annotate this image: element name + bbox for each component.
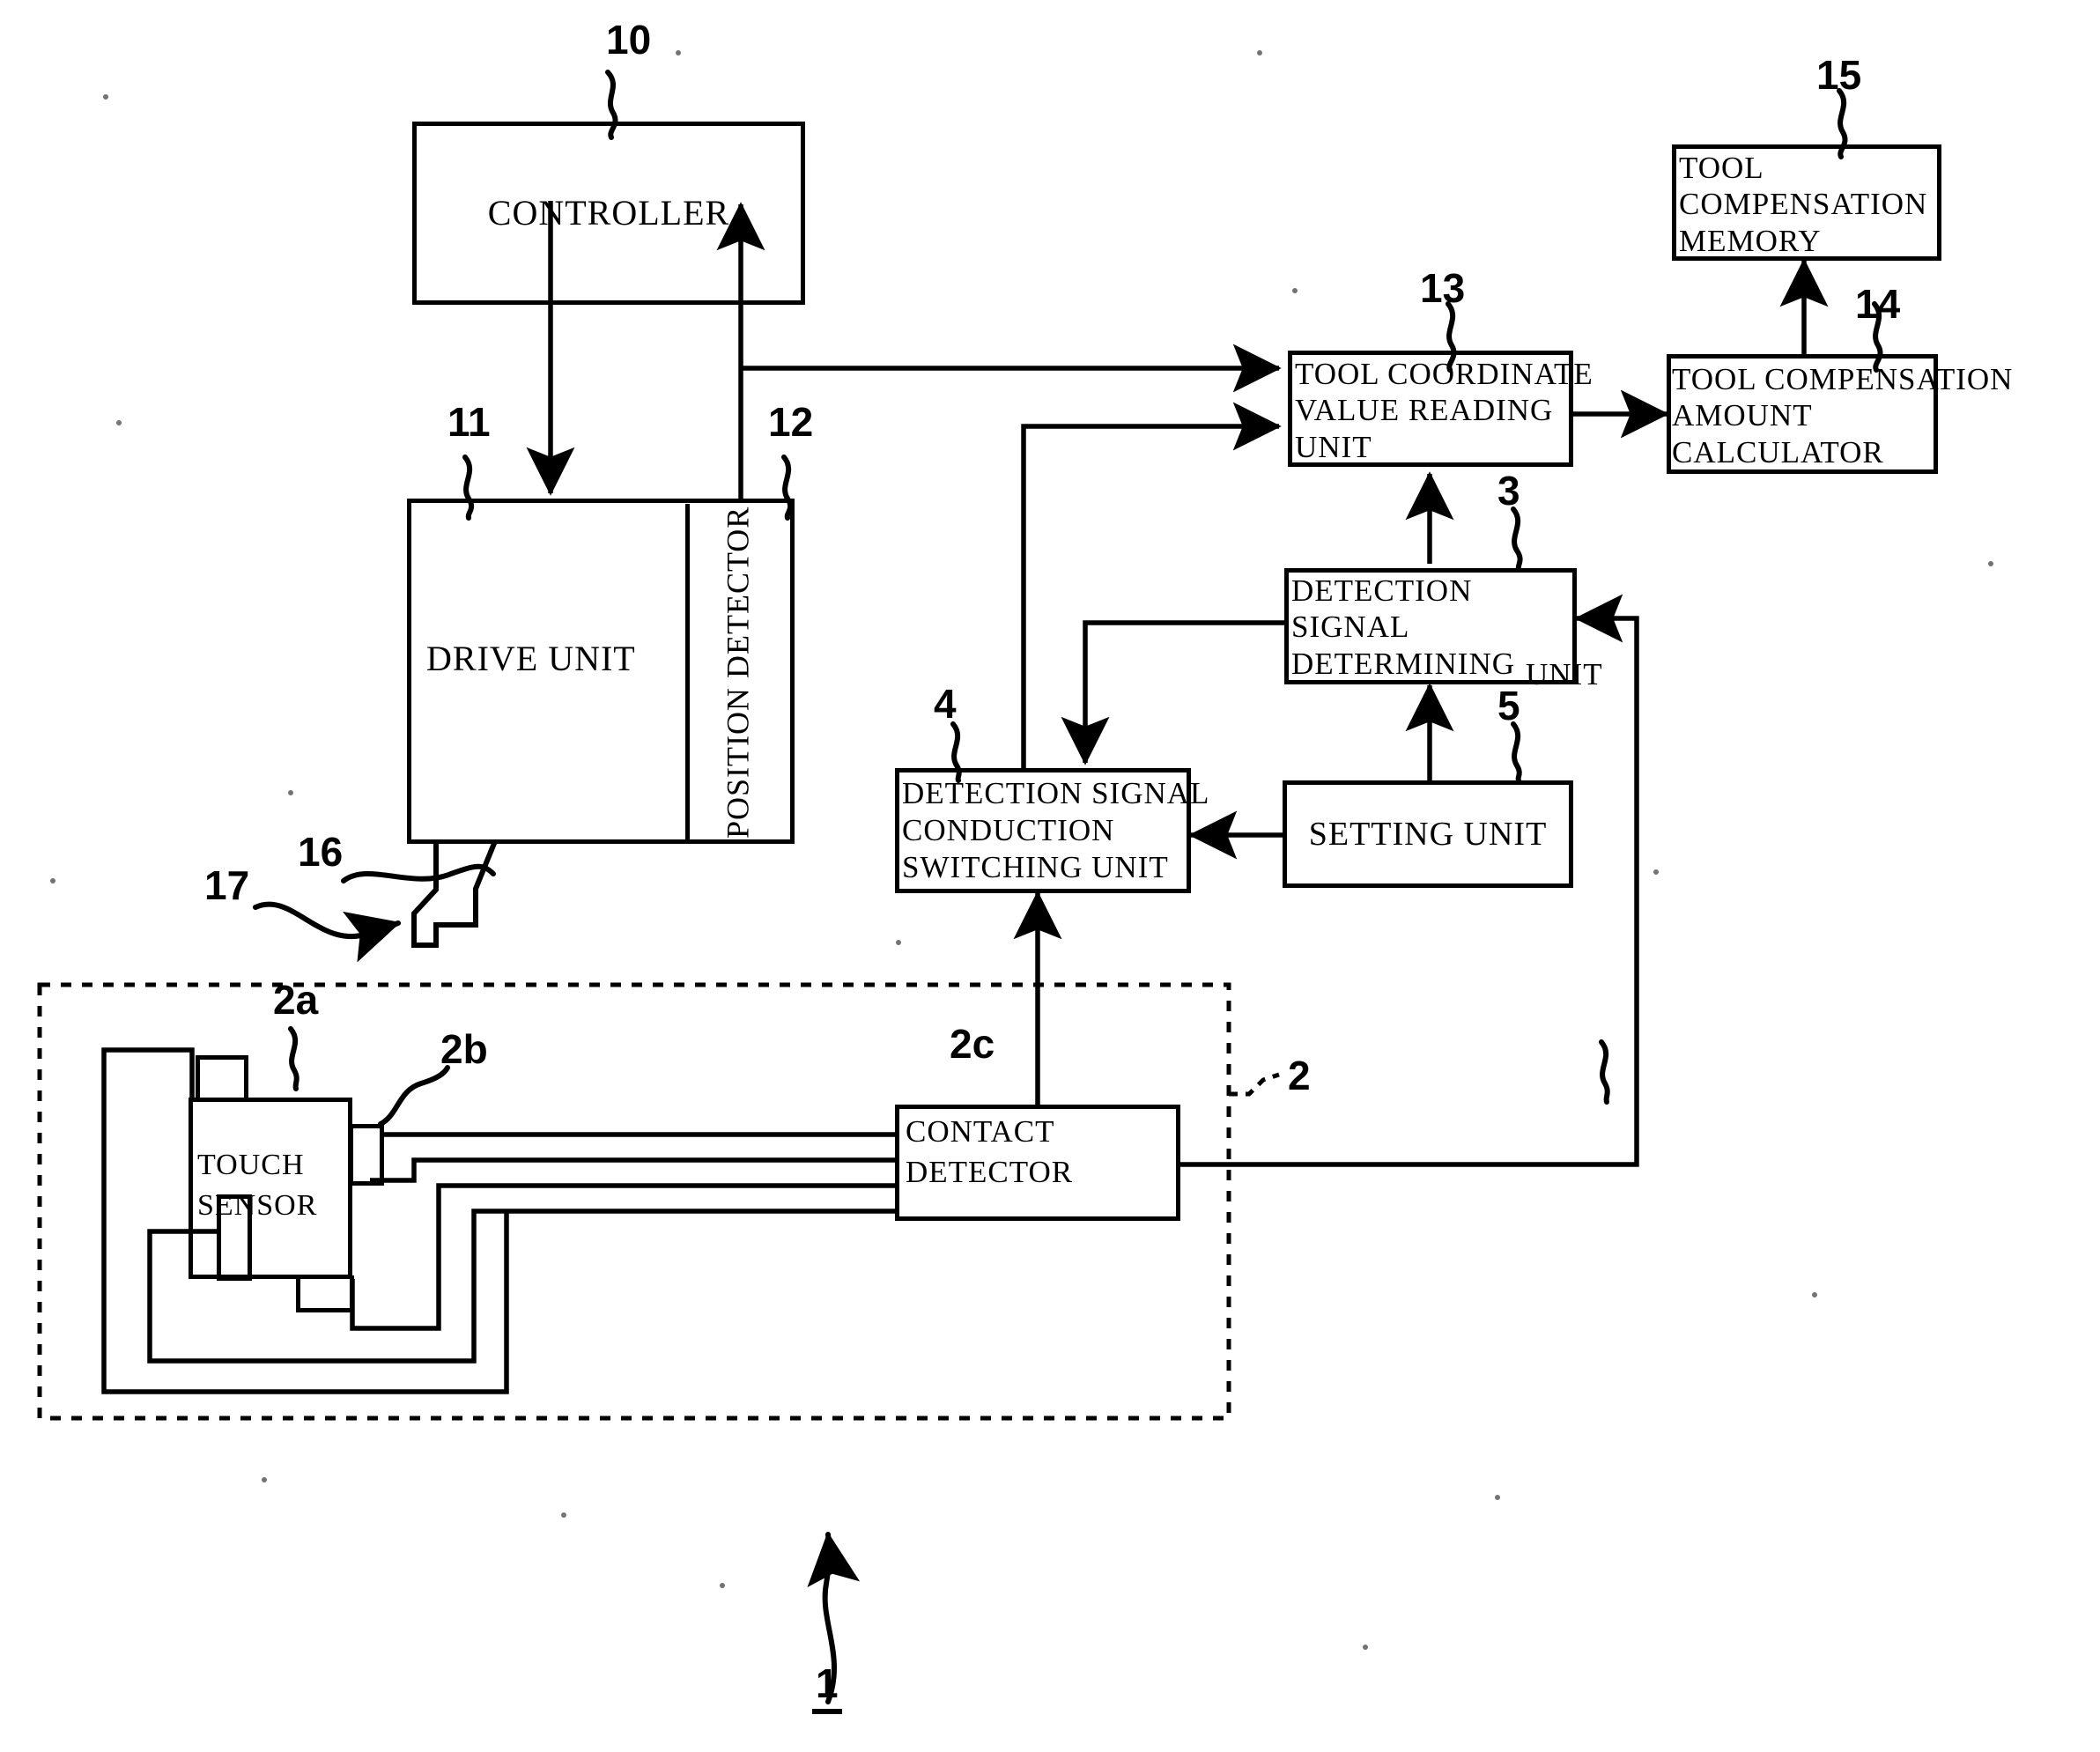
figure-sheet: CONTROLLER 10 DRIVE UNIT 11 POSITION DET…	[0, 0, 2100, 1752]
ref-4: 4	[934, 681, 957, 727]
contact-element-2b	[349, 1124, 384, 1186]
block-tool-coordinate-value-reading-unit-label: TOOL COORDINATE VALUE READING UNIT	[1295, 357, 1593, 464]
ref-5: 5	[1497, 683, 1520, 728]
leader-ref-16	[341, 863, 496, 883]
block-detection-signal-determining-unit-label-overflow: UNIT	[1526, 657, 1603, 691]
ref-3: 3	[1497, 468, 1520, 514]
ref-1: 1	[812, 1660, 842, 1714]
leader-ref-2a	[288, 1026, 299, 1091]
touch-sensor-tab-left	[217, 1194, 252, 1281]
ref-2a: 2a	[273, 977, 319, 1023]
ref-14: 14	[1855, 281, 1901, 327]
leader-ref-17	[253, 901, 401, 963]
touch-sensor-tab-top	[196, 1055, 248, 1101]
leader-ref-2	[1229, 1072, 1280, 1097]
block-touch-sensor-label: TOUCH SENSOR	[197, 1149, 318, 1222]
leader-ref-2b	[378, 1065, 450, 1127]
block-detection-signal-conduction-switching-unit-label: DETECTION SIGNAL CONDUCTION SWITCHING UN…	[902, 776, 1210, 884]
ref-2c: 2c	[950, 1021, 995, 1067]
sensor-lead-3	[350, 1183, 895, 1331]
ref-11: 11	[447, 399, 491, 445]
ref-2: 2	[1288, 1053, 1311, 1098]
sensor-lead-2	[370, 1157, 895, 1183]
ref-16: 16	[298, 829, 344, 875]
block-drive-unit-label: DRIVE UNIT	[426, 639, 636, 678]
leader-ref-2c	[1599, 1039, 1610, 1105]
block-position-detector-label-wrap: POSITION DETECTOR	[632, 504, 844, 840]
tool-shape	[411, 839, 498, 948]
block-tool-compensation-amount-calculator-label: TOOL COMPENSATION AMOUNT CALCULATOR	[1672, 362, 2014, 469]
leader-ref-5	[1511, 721, 1522, 783]
block-contact-detector-label: CONTACT DETECTOR	[906, 1114, 1074, 1189]
block-setting-unit-label: SETTING UNIT	[1308, 815, 1548, 853]
touch-sensor-tab-bottom	[296, 1275, 354, 1312]
block-tool-compensation-memory-label: TOOL COMPENSATION MEMORY	[1679, 151, 1928, 258]
leader-ref-3	[1511, 506, 1523, 573]
line-determining-unit-to-switching-unit	[1061, 620, 1284, 765]
block-controller-label: CONTROLLER	[487, 192, 730, 233]
ref-15: 15	[1816, 52, 1862, 98]
ref-2b: 2b	[440, 1026, 488, 1072]
block-detection-signal-determining-unit-label: DETECTION SIGNAL DETERMINING	[1291, 573, 1516, 681]
ref-12: 12	[768, 399, 814, 445]
block-controller: CONTROLLER	[412, 122, 805, 305]
ref-17: 17	[204, 862, 250, 908]
ref-13: 13	[1420, 265, 1466, 311]
block-position-detector-label: POSITION DETECTOR	[720, 506, 756, 839]
line-contact-detector-to-determining-unit	[1180, 594, 1639, 1167]
block-setting-unit: SETTING UNIT	[1283, 780, 1573, 888]
line-switching-unit-to-tool-coordinate-reading	[1021, 402, 1282, 768]
ref-10: 10	[606, 17, 652, 63]
